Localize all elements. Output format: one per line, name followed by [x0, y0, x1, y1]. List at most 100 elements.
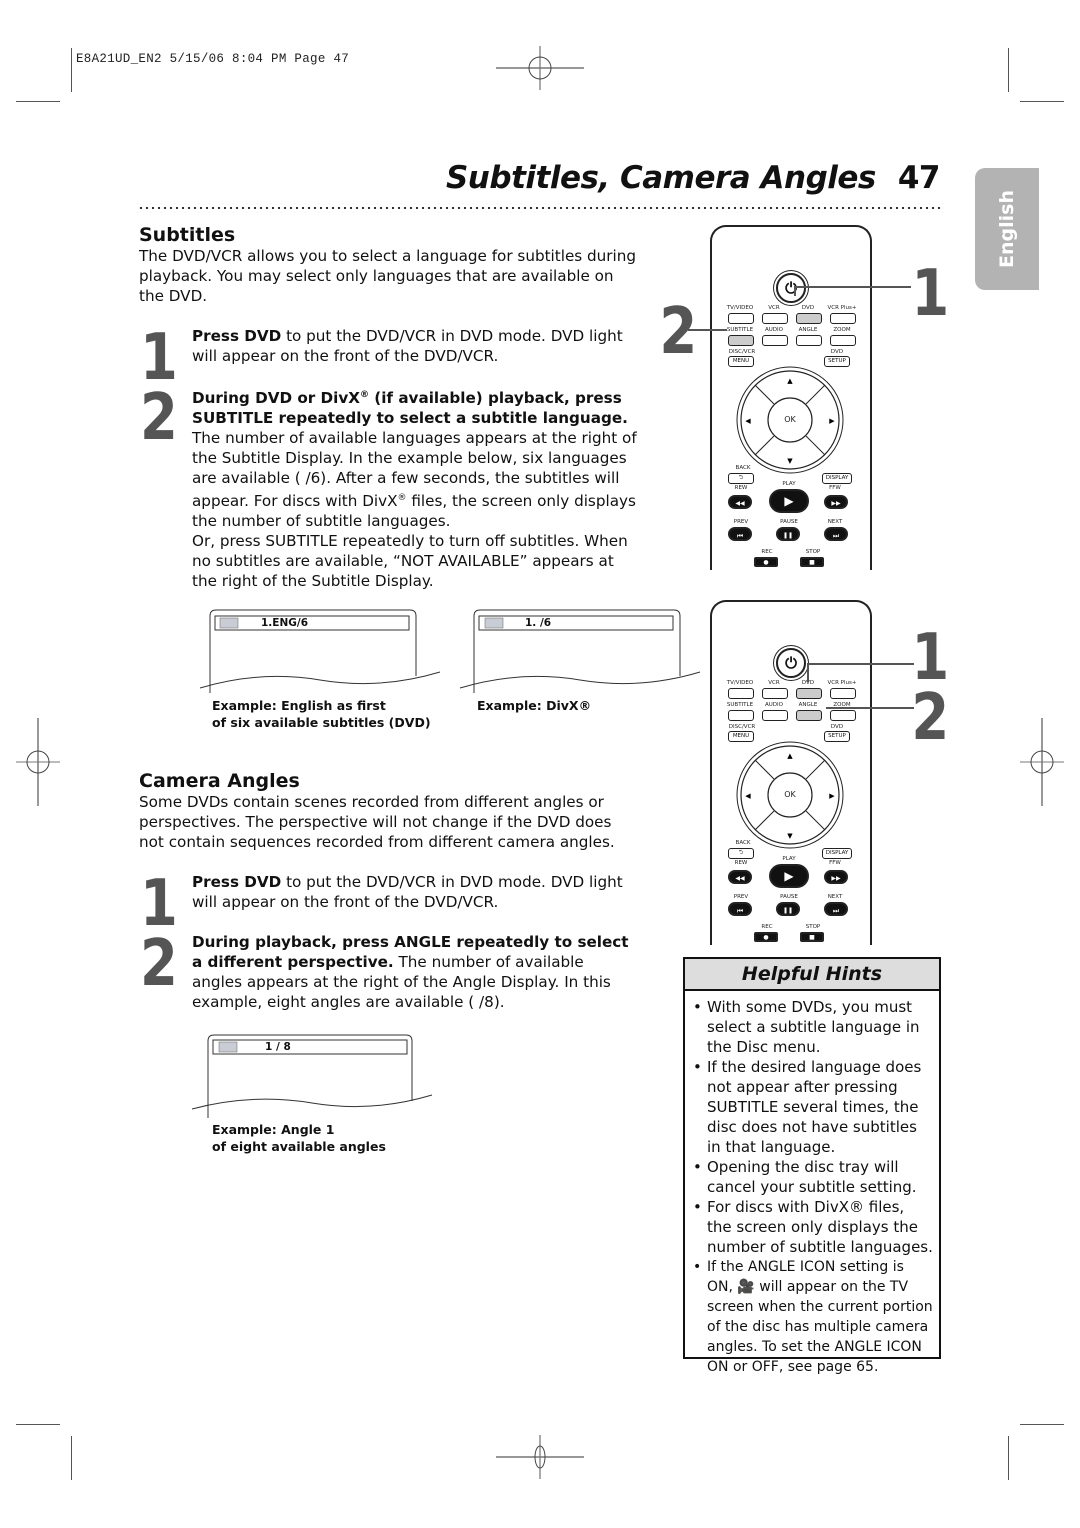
angle-display-example: 1 / 8 [191, 1033, 433, 1122]
crop-mark [1008, 48, 1009, 92]
step-bold: Press DVD [192, 873, 282, 891]
button-label: NEXT [827, 894, 843, 900]
button-label: PLAY [782, 481, 796, 487]
button-label: FFW [829, 860, 841, 866]
remote-button-subtitle[interactable] [728, 710, 754, 721]
callout-number: 2 [659, 295, 698, 369]
rewind-button[interactable]: ◀◀ [728, 870, 752, 884]
button-label: REW [734, 860, 748, 866]
osd-text: 1 / 8 [265, 1041, 291, 1053]
button-label: SUBTITLE [726, 702, 754, 708]
button-label: TV/VIDEO [726, 680, 754, 686]
next-button[interactable]: ⏭ [824, 527, 848, 541]
play-button[interactable]: ▶ [769, 489, 809, 513]
crop-mark [16, 1424, 60, 1425]
button-label: DISC/VCR [728, 724, 756, 730]
crop-mark [71, 1436, 72, 1480]
pause-button[interactable]: ❚❚ [776, 902, 800, 916]
callout-lines-bottom [807, 663, 914, 709]
button-label: REC [761, 924, 773, 930]
crop-mark [1020, 101, 1064, 102]
camera-angles-heading: Camera Angles [139, 770, 300, 792]
ok-button: OK [784, 415, 796, 424]
crop-mark [1020, 1424, 1064, 1425]
page-title-text: Subtitles, Camera Angles [445, 160, 876, 196]
camera-angles-intro: Some DVDs contain scenes recorded from d… [139, 793, 615, 851]
next-button[interactable]: ⏭ [824, 902, 848, 916]
camera-angles-step2: During playback, press ANGLE repeatedly … [192, 932, 637, 1012]
registration-mark-bottom [496, 1435, 584, 1479]
callout-number: 2 [911, 681, 950, 755]
prev-button[interactable]: ⏮ [728, 527, 752, 541]
helpful-hints-box: Helpful Hints With some DVDs, you must s… [683, 957, 941, 1375]
record-button[interactable]: ● [754, 557, 778, 567]
page-title: Subtitles, Camera Angles 47 [445, 160, 941, 196]
play-button[interactable]: ▶ [769, 864, 809, 888]
button-label: NEXT [827, 519, 843, 525]
language-tab: English [975, 168, 1039, 290]
hints-list: With some DVDs, you must select a subtit… [685, 997, 939, 1377]
language-tab-label: English [996, 190, 1018, 268]
back-button[interactable]: ⮌ [728, 848, 754, 859]
svg-text:▶: ▶ [829, 417, 835, 425]
remote-button-tvvideo[interactable] [728, 688, 754, 699]
step-number: 2 [140, 381, 178, 455]
subtitles-step1: Press DVD to put the DVD/VCR in DVD mode… [192, 326, 642, 366]
camera-angles-step1: Press DVD to put the DVD/VCR in DVD mode… [192, 872, 642, 912]
button-label: VCR [768, 680, 780, 686]
remote-button-vcr[interactable] [762, 688, 788, 699]
subtitles-step2: During DVD or DivX® (if available) playb… [192, 385, 640, 591]
osd-text: 1. /6 [525, 617, 552, 629]
stop-button[interactable]: ■ [800, 557, 824, 567]
step-number: 2 [140, 927, 178, 1001]
hint-item: Opening the disc tray will cancel your s… [693, 1157, 933, 1197]
display-button[interactable]: DISPLAY [822, 473, 852, 484]
back-button[interactable]: ⮌ [728, 473, 754, 484]
step-text-off: Or, press SUBTITLE repeatedly to turn of… [192, 532, 628, 591]
hint-item: If the desired language does not appear … [693, 1057, 933, 1157]
fast-forward-button[interactable]: ▶▶ [824, 870, 848, 884]
button-label: PAUSE [780, 519, 798, 525]
remote-button-audio[interactable] [762, 710, 788, 721]
button-label: STOP [805, 549, 821, 555]
record-button[interactable]: ● [754, 932, 778, 942]
button-label: DVD [830, 724, 844, 730]
crop-mark [1008, 1436, 1009, 1480]
button-label: BACK [735, 465, 751, 471]
svg-text:▼: ▼ [787, 457, 793, 465]
pause-button[interactable]: ❚❚ [776, 527, 800, 541]
subtitle-display-example-dvd: 1.ENG/6 [199, 608, 441, 697]
button-label: DVD [830, 349, 844, 355]
button-label: PREV [733, 894, 749, 900]
prev-button[interactable]: ⏮ [728, 902, 752, 916]
display-button[interactable]: DISPLAY [822, 848, 852, 859]
svg-text:◀: ◀ [745, 417, 751, 425]
crop-mark [71, 48, 72, 92]
button-label: BACK [735, 840, 751, 846]
button-label: DISC/VCR [728, 349, 756, 355]
step-bold: Press DVD [192, 327, 282, 345]
dotted-divider [138, 206, 944, 210]
rewind-button[interactable]: ◀◀ [728, 495, 752, 509]
button-label: AUDIO [765, 702, 783, 708]
hint-item: For discs with DivX® files, the screen o… [693, 1197, 933, 1257]
svg-text:▲: ▲ [787, 377, 793, 385]
button-label: PAUSE [780, 894, 798, 900]
registration-mark-right [1020, 718, 1064, 806]
svg-text:▲: ▲ [787, 752, 793, 760]
example-caption: Example: Angle 1 of eight available angl… [212, 1122, 386, 1154]
step-text: The number of available languages appear… [192, 429, 637, 531]
subtitles-intro: The DVD/VCR allows you to select a langu… [139, 247, 637, 305]
button-label: REW [734, 485, 748, 491]
ok-button: OK [784, 790, 796, 799]
print-slug: E8A21UD_EN2 5/15/06 8:04 PM Page 47 [76, 52, 350, 66]
svg-text:▶: ▶ [829, 792, 835, 800]
button-label: STOP [805, 924, 821, 930]
button-label: REC [761, 549, 773, 555]
subtitle-icon [219, 617, 239, 629]
hint-item: If the ANGLE ICON setting is ON, 🎥 will … [693, 1257, 933, 1377]
callout-number: 1 [911, 257, 950, 331]
button-label: PREV [733, 519, 749, 525]
stop-button[interactable]: ■ [800, 932, 824, 942]
fast-forward-button[interactable]: ▶▶ [824, 495, 848, 509]
